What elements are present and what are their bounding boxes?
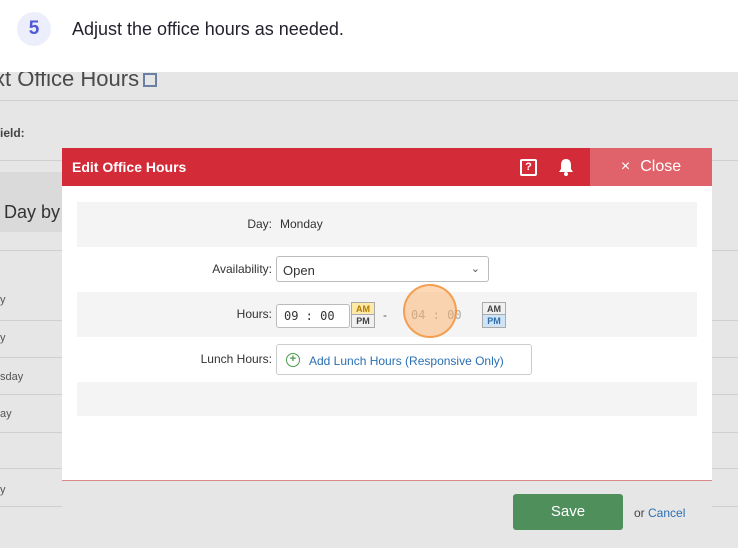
background-row-label: y xyxy=(0,332,6,344)
availability-select[interactable]: Open ⌄ xyxy=(276,256,489,282)
start-pm-option[interactable]: PM xyxy=(351,315,375,328)
form-spacer-row xyxy=(77,382,697,416)
save-button[interactable]: Save xyxy=(513,494,623,530)
modal-footer: Save or Cancel xyxy=(62,480,712,548)
start-ampm-toggle[interactable]: AM PM xyxy=(351,302,375,330)
external-link-icon xyxy=(143,73,158,88)
start-am-option[interactable]: AM xyxy=(351,302,375,315)
hours-label: Hours: xyxy=(236,307,272,321)
background-divider xyxy=(0,100,738,101)
step-number-badge: 5 xyxy=(17,12,51,46)
or-label: or xyxy=(634,506,645,520)
background-row-label: sday xyxy=(0,371,24,383)
hours-row: Hours: 09 : 00 AM PM - 04 : 00 AM PM xyxy=(77,292,697,337)
step-header: 5 Adjust the office hours as needed. xyxy=(0,0,738,72)
cancel-link[interactable]: Cancel xyxy=(648,506,685,520)
or-cancel-text: or Cancel xyxy=(634,506,685,520)
background-section-label: Day by xyxy=(4,202,61,222)
end-pm-option[interactable]: PM xyxy=(482,315,506,328)
availability-label: Availability: xyxy=(212,262,272,276)
start-time-input[interactable]: 09 : 00 xyxy=(276,304,350,328)
app-screenshot: xt Office Hours ield: Day by y y sday ay… xyxy=(0,72,738,548)
end-ampm-toggle[interactable]: AM PM xyxy=(482,302,506,330)
end-am-option[interactable]: AM xyxy=(482,302,506,315)
step-instruction: Adjust the office hours as needed. xyxy=(72,19,344,39)
add-lunch-hours-label: Add Lunch Hours (Responsive Only) xyxy=(309,354,504,368)
chevron-down-icon: ⌄ xyxy=(470,263,480,275)
click-highlight-marker xyxy=(403,284,457,338)
day-value: Monday xyxy=(280,217,323,231)
edit-office-hours-modal: Edit Office Hours ? × Close Day: Monday A… xyxy=(62,148,712,548)
close-button[interactable]: × Close xyxy=(590,148,712,186)
background-title-text: xt Office Hours xyxy=(0,72,140,91)
time-separator: - xyxy=(383,308,387,322)
availability-value: Open xyxy=(283,263,315,278)
add-circle-icon: + xyxy=(286,353,300,367)
add-lunch-hours-button[interactable]: + Add Lunch Hours (Responsive Only) xyxy=(276,344,532,375)
close-label: Close xyxy=(640,158,682,175)
availability-row: Availability: Open ⌄ xyxy=(77,247,697,292)
office-hours-form: Day: Monday Availability: Open ⌄ Hours: … xyxy=(77,202,697,416)
background-field-label: ield: xyxy=(0,126,25,140)
background-row-label: y xyxy=(0,484,6,496)
day-label: Day: xyxy=(247,217,272,231)
background-row-label: ay xyxy=(0,408,12,420)
lunch-hours-row: Lunch Hours: + Add Lunch Hours (Responsi… xyxy=(77,337,697,382)
close-icon: × xyxy=(620,158,631,175)
lunch-hours-label: Lunch Hours: xyxy=(200,352,272,366)
modal-header: Edit Office Hours ? × Close xyxy=(62,148,712,186)
background-row-label: y xyxy=(0,294,6,306)
background-page-title: xt Office Hours xyxy=(0,72,158,92)
bell-icon[interactable] xyxy=(556,157,576,177)
help-icon[interactable]: ? xyxy=(520,159,537,176)
day-row: Day: Monday xyxy=(77,202,697,247)
modal-title: Edit Office Hours xyxy=(72,159,187,175)
